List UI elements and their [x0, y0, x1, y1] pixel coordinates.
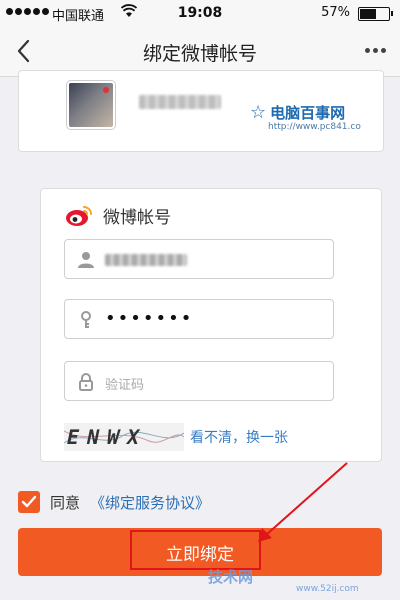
captcha-input[interactable]: 验证码	[64, 361, 334, 401]
annotation-highlight-box	[130, 530, 261, 570]
captcha-row: ENWX 看不清，换一张	[64, 423, 288, 451]
form-header-label: 微博帐号	[103, 208, 171, 228]
lock-icon	[79, 373, 93, 391]
more-dots-icon[interactable]	[365, 48, 386, 53]
agreement-row: 同意 《绑定服务协议》	[18, 491, 210, 513]
watermark-bottom-url: www.52ij.com	[296, 584, 359, 594]
status-bar: 中国联通 19:08 57%	[0, 0, 400, 26]
agree-prefix: 同意	[50, 493, 81, 512]
page-title: 绑定微博帐号	[142, 43, 257, 65]
star-logo-icon: ☆	[250, 102, 267, 123]
user-icon	[78, 252, 94, 268]
form-header: 微博帐号	[65, 203, 171, 228]
captcha-image[interactable]: ENWX	[64, 423, 184, 451]
battery-percent: 57%	[321, 5, 350, 20]
captcha-text: ENWX	[64, 425, 149, 449]
username-redacted	[139, 95, 221, 109]
avatar	[67, 81, 115, 129]
back-button[interactable]	[10, 36, 40, 66]
watermark-url: http://www.pc841.co	[268, 122, 361, 132]
username-value-redacted	[105, 254, 187, 266]
battery-fill	[360, 9, 376, 19]
bind-now-button[interactable]: 立即绑定	[18, 528, 382, 576]
captcha-placeholder: 验证码	[105, 378, 145, 393]
checkmark-icon	[21, 495, 37, 508]
battery-icon	[358, 7, 393, 21]
refresh-captcha-link[interactable]: 看不清，换一张	[190, 427, 288, 447]
watermark-site-name: 电脑百事网	[270, 104, 346, 122]
weibo-logo-icon	[66, 205, 92, 226]
key-icon	[81, 311, 91, 328]
weibo-login-card: 微博帐号 ••••••• 验证码 ENWX 看不清，换一张	[40, 188, 382, 462]
watermark-logo: ☆ 电脑百事网	[250, 102, 345, 123]
username-field[interactable]	[64, 239, 334, 279]
watermark-bottom: 技术网	[208, 568, 254, 586]
password-field[interactable]: •••••••	[64, 299, 334, 339]
password-value: •••••••	[105, 308, 194, 329]
agree-checkbox[interactable]	[18, 491, 40, 513]
agreement-link[interactable]: 《绑定服务协议》	[90, 492, 210, 513]
